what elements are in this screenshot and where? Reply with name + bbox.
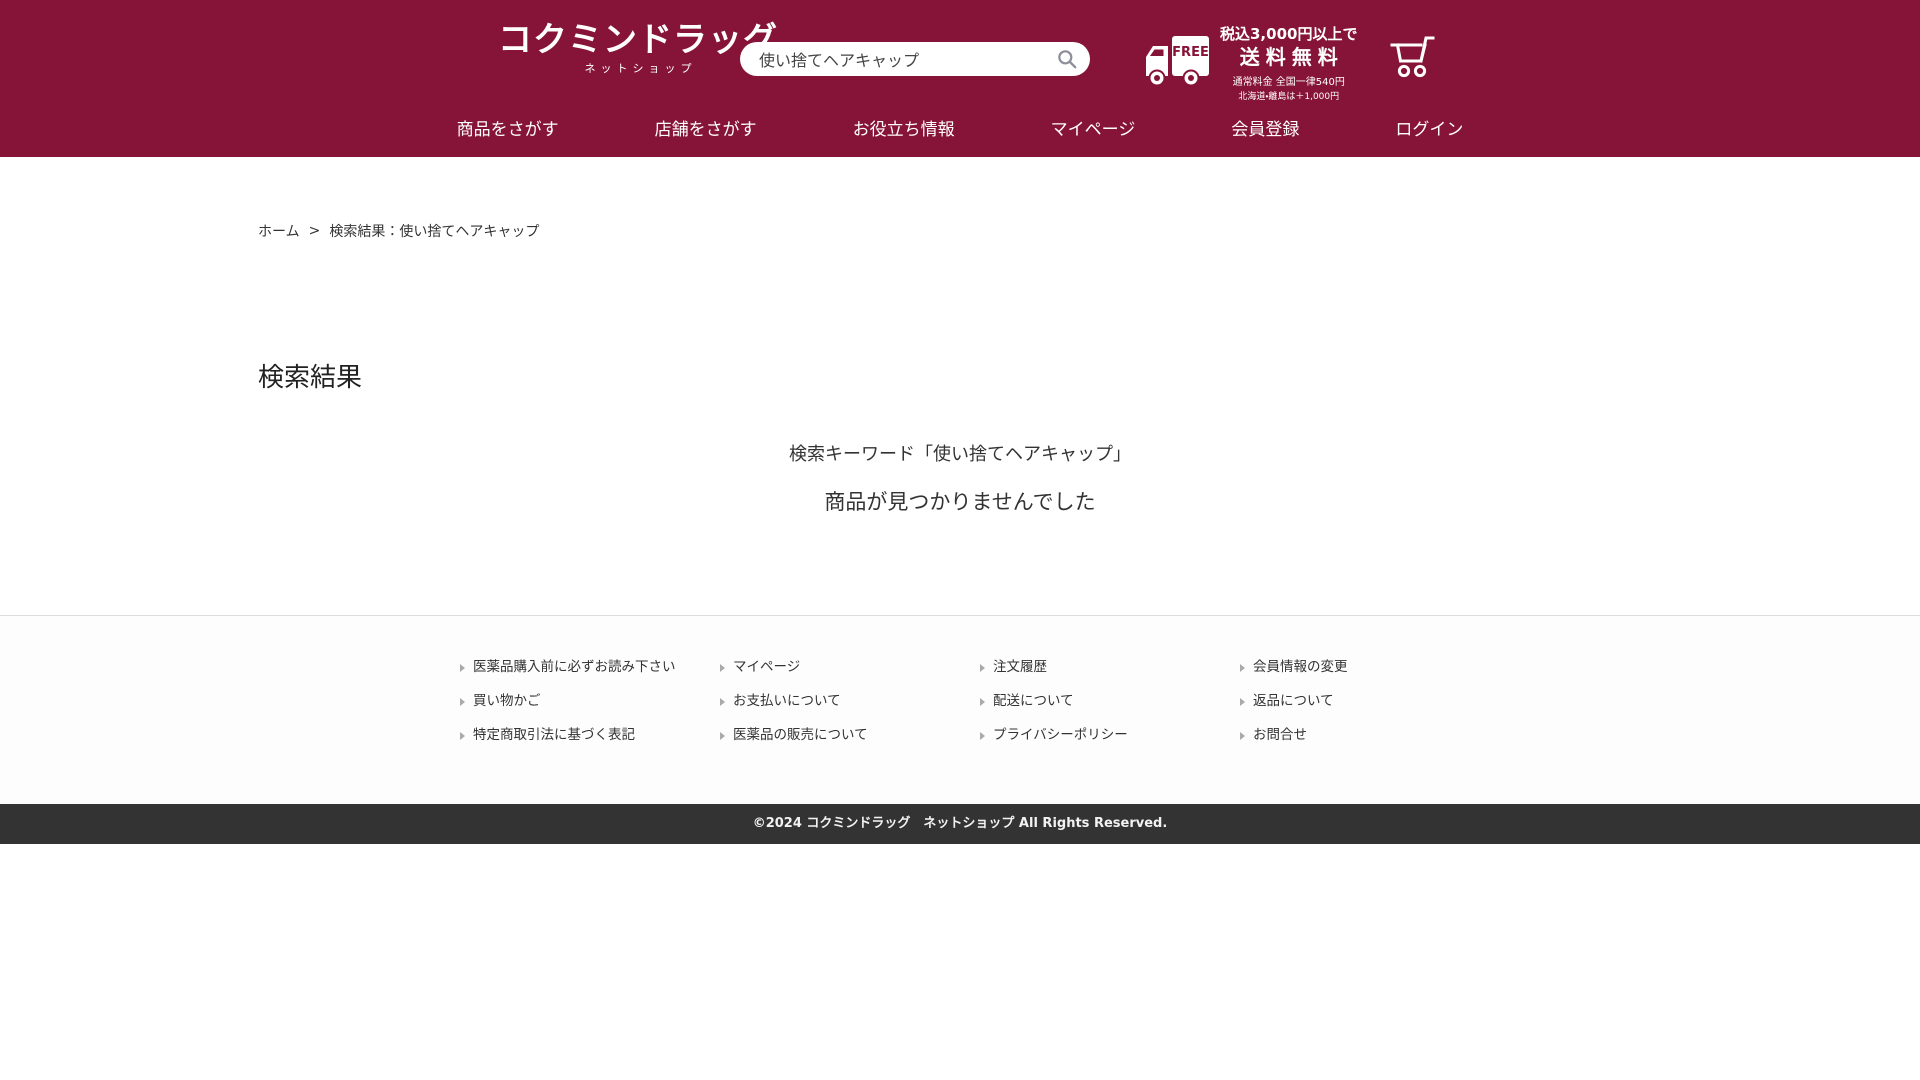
arrow-right-icon [980,663,985,672]
cart-icon [1389,36,1439,82]
footer-column-4: 会員情報の変更 返品について お問合せ [1240,656,1500,758]
copyright-text: ©2024 コクミンドラッグ ネットショップ All Rights Reserv… [752,816,1168,831]
footer-link-delivery[interactable]: 配送について [980,690,1240,713]
site-header: コクミンドラッグ ネットショップ FREE 税込3,000 [0,0,1920,157]
arrow-right-icon [980,697,985,706]
no-results-message: 商品が見つかりませんでした [824,490,1096,514]
nav-item-useful-info[interactable]: お役立ち情報 [853,110,955,150]
nav-item-register[interactable]: 会員登録 [1231,110,1299,150]
shipping-text: 税込3,000円以上で 送料無料 通常料金 全国一律540円 北海道・離島は＋1… [1220,25,1357,102]
nav-item-login[interactable]: ログイン [1395,110,1463,150]
footer-link-contact[interactable]: お問合せ [1240,724,1500,747]
footer-link-commercial-law[interactable]: 特定商取引法に基づく表記 [460,724,720,747]
footer-links: 医薬品購入前に必ずお読み下さい 買い物かご 特定商取引法に基づく表記 マイページ… [460,616,1520,758]
shipping-remote-fee: 北海道・離島は＋1,000円 [1238,91,1340,102]
footer-link-shopping-cart[interactable]: 買い物かご [460,690,720,713]
footer-column-2: マイページ お支払いについて 医薬品の販売について [720,656,980,758]
footer-link-payment[interactable]: お支払いについて [720,690,980,713]
truck-free-label: FREE [1172,45,1209,60]
truck-icon: FREE [1143,34,1211,92]
footer-link-drug-sales[interactable]: 医薬品の販売について [720,724,980,747]
search-keyword-text: 検索キーワード「使い捨てヘアキャップ」 [789,444,1131,465]
breadcrumb: ホーム > 検索結果：使い捨てヘアキャップ [258,221,1920,241]
main-nav: 商品をさがす 店舗をさがす お役立ち情報 マイページ 会員登録 ログイン [0,110,1920,150]
arrow-right-icon [720,731,725,740]
shipping-condition: 税込3,000円以上で [1220,25,1358,43]
site-logo-subtitle: ネットショップ [584,62,697,76]
footer-link-returns[interactable]: 返品について [1240,690,1500,713]
search-input[interactable] [759,49,1057,69]
shipping-free-text: 送料無料 [1239,44,1344,69]
search-icon[interactable] [1057,49,1077,69]
main-content: 検索結果 検索キーワード「使い捨てヘアキャップ」 商品が見つかりませんでした [0,357,1920,516]
arrow-right-icon [460,697,465,706]
search-box [740,42,1090,76]
site-logo-title: コクミンドラッグ [498,20,778,60]
footer-column-3: 注文履歴 配送について プライバシーポリシー [980,656,1240,758]
copyright-bar: ©2024 コクミンドラッグ ネットショップ All Rights Reserv… [0,804,1920,844]
breadcrumb-separator: > [308,223,321,239]
breadcrumb-current: 検索結果：使い捨てヘアキャップ [329,224,540,240]
arrow-right-icon [980,731,985,740]
footer-link-drug-notice[interactable]: 医薬品購入前に必ずお読み下さい [460,656,720,679]
footer-link-privacy-policy[interactable]: プライバシーポリシー [980,724,1240,747]
shipping-normal-fee: 通常料金 全国一律540円 [1232,76,1345,88]
arrow-right-icon [460,731,465,740]
free-shipping-badge: FREE 税込3,000円以上で 送料無料 通常料金 全国一律540円 北海道・… [1143,25,1357,102]
nav-item-stores[interactable]: 店舗をさがす [655,110,757,150]
footer-link-order-history[interactable]: 注文履歴 [980,656,1240,679]
arrow-right-icon [460,663,465,672]
arrow-right-icon [720,697,725,706]
footer-column-1: 医薬品購入前に必ずお読み下さい 買い物かご 特定商取引法に基づく表記 [460,656,720,758]
arrow-right-icon [720,663,725,672]
breadcrumb-home-link[interactable]: ホーム [258,221,300,241]
nav-item-mypage[interactable]: マイページ [1051,110,1136,150]
footer-link-mypage[interactable]: マイページ [720,656,980,679]
arrow-right-icon [1240,697,1245,706]
site-logo[interactable]: コクミンドラッグ ネットショップ [498,20,778,76]
site-footer: 医薬品購入前に必ずお読み下さい 買い物かご 特定商取引法に基づく表記 マイページ… [0,615,1920,844]
arrow-right-icon [1240,731,1245,740]
footer-link-member-info[interactable]: 会員情報の変更 [1240,656,1500,679]
cart-button[interactable] [1389,33,1439,82]
arrow-right-icon [1240,663,1245,672]
page-title: 検索結果 [258,363,363,393]
nav-item-products[interactable]: 商品をさがす [457,110,559,150]
